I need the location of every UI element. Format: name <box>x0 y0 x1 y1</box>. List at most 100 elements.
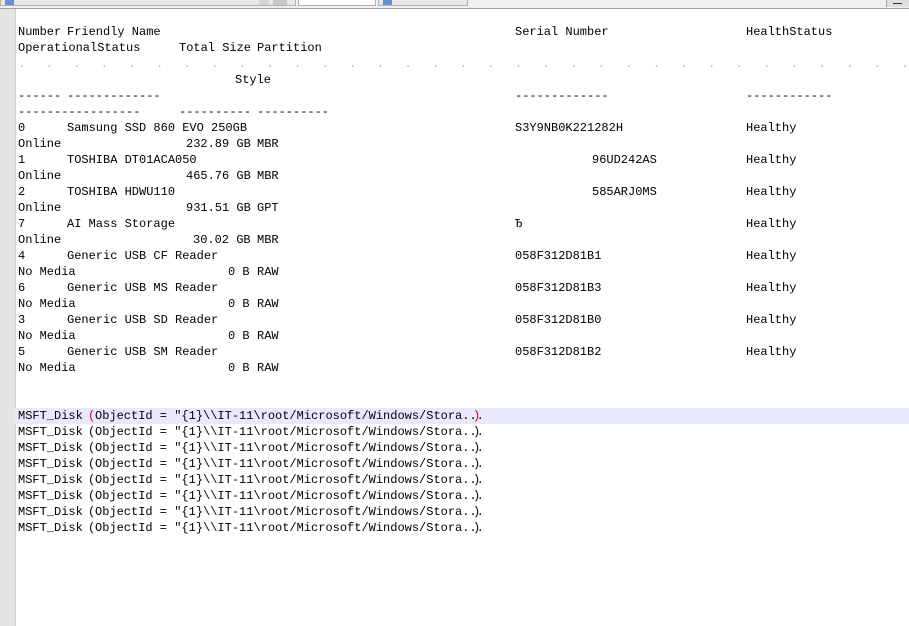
disk-number: 3 <box>18 313 26 327</box>
disk-row-details: No Media 0 B RAW <box>18 360 279 376</box>
tab-document-3[interactable] <box>378 0 468 6</box>
disk-friendly-name: TOSHIBA HDWU110 <box>67 185 176 199</box>
msft-disk-line: MSFT_Disk ( ObjectId = "{1}\\IT-11\root/… <box>18 456 484 472</box>
disk-serial: 058F312D81B2 <box>515 345 602 359</box>
disk-number: 2 <box>18 185 26 199</box>
text-editor-window: Number Friendly Name Serial Number Healt… <box>0 0 909 626</box>
disk-operational: No Media <box>18 297 76 311</box>
disk-size: 465.76 GB <box>186 169 251 183</box>
disk-partition: RAW <box>257 361 279 375</box>
tab-status-icon <box>259 0 269 5</box>
disk-operational: Online <box>18 233 62 247</box>
separator-row-1: ------ ------------- ------------- -----… <box>18 88 832 104</box>
disk-serial: 585ARJ0MS <box>592 185 657 199</box>
header-health-status: HealthStatus <box>746 25 833 39</box>
header-row-3: Style <box>18 72 271 88</box>
msft-object-id: ObjectId = "{1}\\IT-11\root/Microsoft/Wi… <box>95 457 484 471</box>
disk-operational: No Media <box>18 329 76 343</box>
separator-health-status: ------------ <box>746 89 833 103</box>
msft-disk-line: MSFT_Disk ( ObjectId = "{1}\\IT-11\root/… <box>18 472 484 488</box>
close-paren: ) <box>473 521 481 535</box>
disk-operational: Online <box>18 137 62 151</box>
msft-disk-line: MSFT_Disk ( ObjectId = "{1}\\IT-11\root/… <box>18 504 484 520</box>
disk-row: 1 TOSHIBA DT01ACA050 96UD242AS Healthy <box>18 152 796 168</box>
whitespace-marker-row: . . . . . . . . . . . . . . . . . . . . … <box>18 56 909 72</box>
disk-health: Healthy <box>746 185 797 199</box>
disk-row-details: Online 232.89 GB MBR <box>18 136 279 152</box>
editor-text-area[interactable]: Number Friendly Name Serial Number Healt… <box>18 24 909 626</box>
disk-number: 1 <box>18 153 26 167</box>
msft-object-id: ObjectId = "{1}\\IT-11\root/Microsoft/Wi… <box>95 441 484 455</box>
disk-row-details: Online 465.76 GB MBR <box>18 168 279 184</box>
disk-friendly-name: Generic USB CF Reader <box>67 249 219 263</box>
disk-number: 6 <box>18 281 26 295</box>
msft-object-id: ObjectId = "{1}\\IT-11\root/Microsoft/Wi… <box>95 425 484 439</box>
separator-number: ------ <box>18 89 62 103</box>
line-number-gutter[interactable] <box>0 9 16 626</box>
disk-operational: No Media <box>18 265 76 279</box>
msft-object-id: ObjectId = "{1}\\IT-11\root/Microsoft/Wi… <box>95 505 484 519</box>
header-operational-status: OperationalStatus <box>18 41 141 55</box>
tab-strip <box>0 0 909 9</box>
disk-serial: 058F312D81B3 <box>515 281 602 295</box>
separator-operational-status: ----------------- <box>18 105 141 119</box>
msft-class-name: MSFT_Disk <box>18 409 83 423</box>
disk-partition: RAW <box>257 265 279 279</box>
tab-document-1[interactable] <box>0 0 296 6</box>
disk-friendly-name: Samsung SSD 860 EVO 250GB <box>67 121 248 135</box>
separator-serial-number: ------------- <box>515 89 609 103</box>
disk-size: 30.02 GB <box>193 233 251 247</box>
separator-friendly-name: ------------- <box>67 89 161 103</box>
disk-number: 7 <box>18 217 26 231</box>
msft-class-name: MSFT_Disk <box>18 425 83 439</box>
separator-partition: ---------- <box>257 105 330 119</box>
disk-number: 4 <box>18 249 26 263</box>
disk-partition: MBR <box>257 233 279 247</box>
msft-class-name: MSFT_Disk <box>18 505 83 519</box>
disk-friendly-name: Generic USB SM Reader <box>67 345 219 359</box>
msft-object-id: ObjectId = "{1}\\IT-11\root/Microsoft/Wi… <box>95 473 484 487</box>
header-number: Number <box>18 25 62 39</box>
disk-serial: 058F312D81B0 <box>515 313 602 327</box>
header-row-2: OperationalStatus Total Size Partition <box>18 40 322 56</box>
disk-partition: MBR <box>257 169 279 183</box>
disk-friendly-name: TOSHIBA DT01ACA050 <box>67 153 197 167</box>
disk-health: Healthy <box>746 313 797 327</box>
disk-row-details: No Media 0 B RAW <box>18 296 279 312</box>
disk-number: 5 <box>18 345 26 359</box>
disk-friendly-name: Generic USB SD Reader <box>67 313 219 327</box>
close-paren: ) <box>473 457 481 471</box>
separator-row-2: ----------------- ---------- ---------- <box>18 104 329 120</box>
disk-partition: GPT <box>257 201 279 215</box>
disk-operational: Online <box>18 169 62 183</box>
disk-partition: RAW <box>257 329 279 343</box>
close-paren: ) <box>473 441 481 455</box>
minimize-button[interactable] <box>886 0 909 7</box>
msft-disk-line: MSFT_Disk ( ObjectId = "{1}\\IT-11\root/… <box>18 488 484 504</box>
disk-size: 0 B <box>228 361 250 375</box>
file-icon <box>383 0 392 5</box>
disk-row-details: No Media 0 B RAW <box>18 264 279 280</box>
disk-partition: MBR <box>257 137 279 151</box>
disk-health: Healthy <box>746 249 797 263</box>
disk-health: Healthy <box>746 121 797 135</box>
msft-disk-line: MSFT_Disk ( ObjectId = "{1}\\IT-11\root/… <box>18 424 484 440</box>
disk-health: Healthy <box>746 281 797 295</box>
header-friendly-name: Friendly Name <box>67 25 161 39</box>
msft-class-name: MSFT_Disk <box>18 489 83 503</box>
header-total-size: Total Size <box>179 41 252 55</box>
disk-health: Healthy <box>746 345 797 359</box>
msft-class-name: MSFT_Disk <box>18 441 83 455</box>
close-icon[interactable] <box>273 0 287 5</box>
disk-serial: S3Y9NB0K221282H <box>515 121 624 135</box>
disk-row: 7 AI Mass Storage Ђ Healthy <box>18 216 796 232</box>
tab-document-2[interactable] <box>298 0 376 6</box>
separator-total-size: ---------- <box>179 105 252 119</box>
msft-disk-line: MSFT_Disk ( ObjectId = "{1}\\IT-11\root/… <box>18 440 484 456</box>
disk-partition: RAW <box>257 297 279 311</box>
brace-match-close: ) <box>473 409 481 423</box>
header-partition: Partition <box>257 41 322 55</box>
header-serial-number: Serial Number <box>515 25 609 39</box>
disk-serial: 058F312D81B1 <box>515 249 602 263</box>
disk-friendly-name: AI Mass Storage <box>67 217 176 231</box>
